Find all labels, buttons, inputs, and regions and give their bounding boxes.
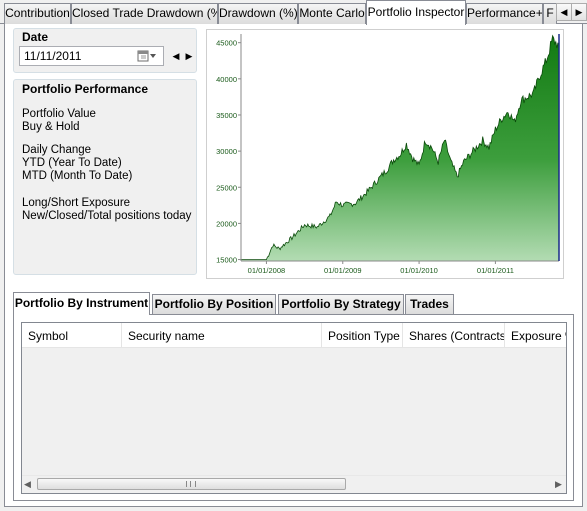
column-header-symbol[interactable]: Symbol: [22, 323, 122, 347]
y-tick-label: 40000: [216, 75, 237, 84]
tab-closed-trade-drawdown[interactable]: Closed Trade Drawdown (%): [71, 3, 218, 24]
y-tick-label: 45000: [216, 39, 237, 48]
column-header-position-type[interactable]: Position Type: [322, 323, 403, 347]
x-tick-label: 01/01/2008: [248, 266, 286, 275]
scroll-left-icon[interactable]: ◀: [24, 479, 31, 490]
date-group-title: Date: [22, 30, 49, 44]
tab-drawdown[interactable]: Drawdown (%): [218, 3, 298, 24]
tab-scroll-left-icon[interactable]: ◀: [556, 3, 572, 21]
tab-portfolio-by-position[interactable]: Portfolio By Position: [152, 294, 276, 314]
tab-portfolio-by-instrument[interactable]: Portfolio By Instrument: [13, 292, 150, 315]
date-group: Date 11/11/2011 ◀ ▶: [13, 28, 197, 73]
instrument-grid[interactable]: Symbol Security name Position Type Share…: [21, 322, 567, 494]
tab-trades[interactable]: Trades: [405, 294, 454, 314]
long-short-exposure-label: Long/Short Exposure: [22, 197, 131, 209]
tab-overflow[interactable]: F: [543, 3, 557, 24]
next-date-icon[interactable]: ▶: [183, 47, 195, 65]
tab-monte-carlo[interactable]: Monte Carlo: [298, 3, 366, 24]
tab-scroll-right-icon[interactable]: ▶: [571, 3, 587, 21]
positions-today-label: New/Closed/Total positions today: [22, 210, 192, 222]
horizontal-scrollbar[interactable]: ◀ ▶: [22, 475, 566, 493]
tab-portfolio-inspector[interactable]: Portfolio Inspector: [366, 0, 466, 25]
portfolio-value-label: Portfolio Value: [22, 108, 96, 120]
tab-bar: Contribution Closed Trade Drawdown (%) D…: [0, 0, 587, 25]
column-header-shares[interactable]: Shares (Contracts): [403, 323, 505, 347]
equity-chart-svg: 15000 20000 25000 30000 35000 40000 45000 01/01…: [216, 34, 560, 275]
instrument-grid-panel: Symbol Security name Position Type Share…: [13, 314, 574, 501]
portfolio-performance-title: Portfolio Performance: [22, 82, 149, 96]
tab-contribution[interactable]: Contribution: [4, 3, 71, 24]
equity-area: [241, 35, 559, 262]
date-value: 11/11/2011: [24, 49, 82, 63]
y-tick-label: 20000: [216, 219, 237, 228]
y-tick-label: 15000: [216, 256, 237, 265]
buy-hold-label: Buy & Hold: [22, 121, 80, 133]
y-tick-label: 25000: [216, 183, 237, 192]
y-tick-label: 35000: [216, 111, 237, 120]
date-picker-input[interactable]: 11/11/2011: [19, 46, 164, 66]
ytd-label: YTD (Year To Date): [22, 157, 122, 169]
tab-portfolio-by-strategy[interactable]: Portfolio By Strategy: [278, 294, 404, 314]
grid-header: Symbol Security name Position Type Share…: [22, 323, 566, 348]
scrollbar-grip-icon: [186, 481, 196, 487]
x-tick-label: 01/01/2009: [324, 266, 362, 275]
tab-performance-plus[interactable]: Performance+: [466, 3, 543, 24]
daily-change-label: Daily Change: [22, 144, 92, 156]
x-tick-label: 01/01/2011: [477, 266, 514, 275]
x-tick-label: 01/01/2010: [400, 266, 438, 275]
calendar-dropdown-icon[interactable]: [137, 47, 159, 70]
mtd-label: MTD (Month To Date): [22, 170, 133, 182]
prev-date-icon[interactable]: ◀: [170, 47, 182, 65]
scroll-right-icon[interactable]: ▶: [555, 479, 562, 490]
column-header-exposure[interactable]: Exposure %: [505, 323, 566, 347]
column-header-security-name[interactable]: Security name: [122, 323, 322, 347]
equity-chart: 15000 20000 25000 30000 35000 40000 45000 01/01…: [206, 29, 564, 279]
scrollbar-thumb[interactable]: [37, 478, 346, 490]
portfolio-performance-group: Portfolio Performance Portfolio Value Bu…: [13, 79, 197, 275]
y-tick-label: 30000: [216, 147, 237, 156]
